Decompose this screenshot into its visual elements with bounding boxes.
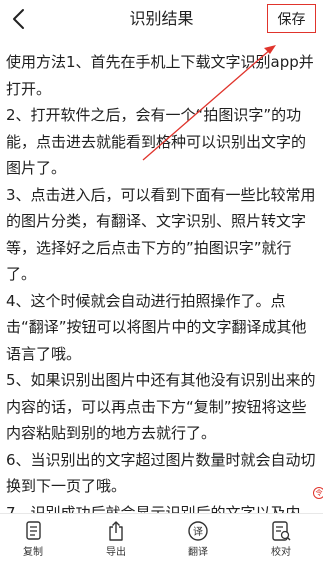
recognized-text[interactable]: 使用方法1、首先在手机上下载文字识别app并打开。 2、打开软件之后，会有一个“… xyxy=(6,49,318,526)
save-button[interactable]: 保存 xyxy=(267,4,316,33)
text-paragraph: 5、如果识别出图片中还有其他没有识别出来的内容的话，可以再点击下方“复制”按钮将… xyxy=(6,371,316,442)
text-paragraph: 3、点击进入后，可以看到下面有一些比较常用的图片分类，有翻译、文字识别、照片转文… xyxy=(6,185,316,284)
copy-button[interactable]: 复制 xyxy=(3,520,63,562)
export-icon xyxy=(109,521,123,541)
copy-icon xyxy=(26,521,41,540)
translate-glyph: 译 xyxy=(193,526,203,538)
text-paragraph: 使用方法1、首先在手机上下载文字识别app并打开。 xyxy=(6,53,314,98)
proofread-label: 校对 xyxy=(271,547,291,558)
translate-button[interactable]: 译 翻译 xyxy=(168,520,228,562)
bottom-toolbar: 复制 导出 译 翻译 校对 xyxy=(0,513,323,563)
proofread-button[interactable]: 校对 xyxy=(251,520,311,562)
edge-circle-icon: 令 xyxy=(313,487,323,499)
proofread-icon xyxy=(272,521,291,541)
header-bar: 识别结果 保存 xyxy=(0,0,323,38)
copy-label: 复制 xyxy=(23,547,43,558)
translate-icon: 译 xyxy=(188,521,208,541)
export-label: 导出 xyxy=(106,547,126,558)
text-paragraph: 2、打开软件之后，会有一个“拍图识字”的功能，点击进去就能看到格种可以识别出文字… xyxy=(6,106,307,177)
export-button[interactable]: 导出 xyxy=(86,520,146,562)
text-paragraph: 6、当识别出的文字超过图片数量时就会自动切换到下一页了哦。 xyxy=(6,450,316,496)
text-paragraph: 4、这个时候就会自动进行拍照操作了。点击“翻译”按钮可以将图片中的文字翻译成其他… xyxy=(6,291,307,363)
translate-label: 翻译 xyxy=(188,547,208,558)
